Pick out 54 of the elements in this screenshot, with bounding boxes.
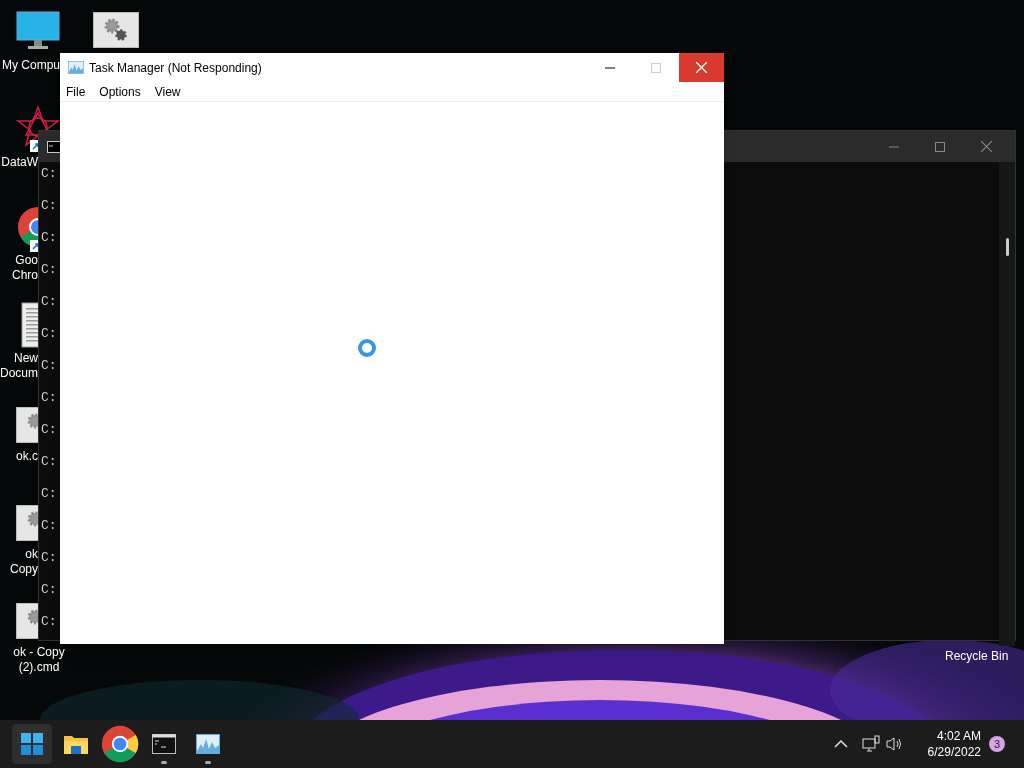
close-icon	[980, 141, 992, 152]
clock-date[interactable]: 6/29/2022	[927, 744, 981, 760]
menu-item[interactable]: Options	[99, 82, 141, 101]
desktop-icon-label[interactable]: Chro	[12, 268, 38, 283]
console-line: C:	[41, 358, 58, 375]
clock-time[interactable]: 4:02 AM	[936, 728, 981, 744]
notification-badge[interactable]: 3	[989, 736, 1005, 752]
desktop-icon-label[interactable]: ok - Copy	[13, 645, 65, 660]
desktop-icon-label[interactable]: ok	[25, 547, 38, 562]
desktop-icon-label[interactable]: Copy	[10, 562, 38, 577]
running-indicator	[161, 761, 167, 764]
taskbar-button[interactable]	[100, 724, 140, 764]
desktop-icon-label[interactable]: Docum	[0, 366, 38, 381]
console-line: C:	[41, 326, 58, 343]
desktop-icon-label[interactable]: (2).cmd	[18, 660, 60, 675]
console-line: C:	[41, 390, 58, 407]
console-line: C:	[41, 614, 58, 631]
maximize-icon	[651, 62, 661, 73]
console-line: C:	[41, 582, 58, 599]
console-line: C:	[41, 454, 58, 471]
close-icon	[696, 62, 707, 73]
gear-file-icon	[93, 12, 139, 48]
console-line: C:	[41, 294, 58, 311]
running-indicator	[205, 761, 211, 764]
scrollbar-thumb[interactable]	[1006, 238, 1009, 256]
network-icon[interactable]	[861, 735, 880, 753]
console-line: C:	[41, 166, 58, 183]
desktop-icon-label[interactable]: My Compu	[2, 58, 60, 73]
desktop-icon-label[interactable]: New	[14, 351, 38, 366]
menu-item[interactable]: File	[66, 82, 86, 101]
console-line: C:	[41, 262, 58, 279]
menu-item[interactable]: View	[154, 82, 181, 101]
folder-icon	[63, 733, 89, 755]
console-line: C:	[41, 230, 58, 247]
desktop-icon-label[interactable]: ok.c	[16, 449, 38, 464]
window-title: Task Manager (Not Responding)	[89, 59, 262, 77]
chart-icon	[196, 734, 220, 754]
desktop-icon-label[interactable]: Goo	[15, 253, 38, 268]
terminal-icon	[47, 140, 61, 153]
console-line: C:	[41, 518, 58, 535]
desktop-icon-label[interactable]: DataW	[1, 155, 38, 170]
chart-icon	[68, 61, 84, 74]
speaker-icon[interactable]	[885, 736, 904, 752]
terminal-icon	[152, 734, 176, 754]
chevron-up-icon[interactable]	[833, 740, 848, 748]
maximize-icon	[935, 141, 945, 152]
scrollbar[interactable]	[999, 162, 1015, 646]
taskbar-button[interactable]	[12, 724, 52, 764]
console-line: C:	[41, 486, 58, 503]
desktop-icon-label[interactable]: Recycle Bin	[945, 647, 1009, 665]
console-line: C:	[41, 422, 58, 439]
windows-logo-icon	[21, 733, 43, 755]
console-line: C:	[41, 550, 58, 567]
console-line: C:	[41, 198, 58, 215]
